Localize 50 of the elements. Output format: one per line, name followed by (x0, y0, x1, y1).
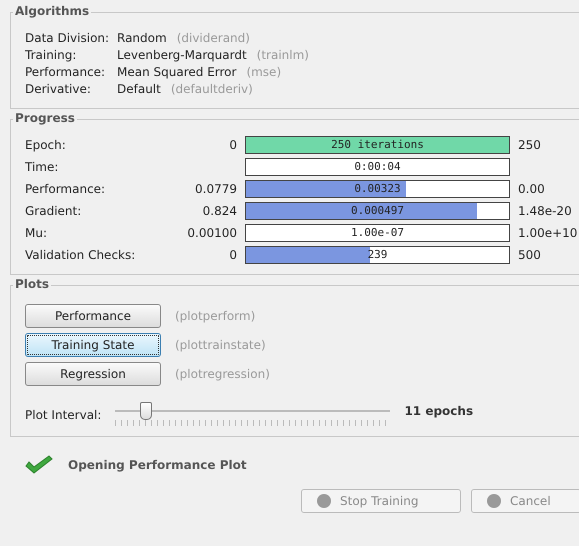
status-message: Opening Performance Plot (68, 458, 247, 472)
interval-slider[interactable] (115, 402, 390, 428)
field-label: Performance: (25, 182, 106, 196)
field-label: Validation Checks: (25, 248, 136, 262)
end-value: 1.48e-20 (518, 204, 573, 218)
field-label: Plot Interval: (25, 408, 102, 422)
field-label: Time: (25, 160, 60, 174)
start-value: 0.824 (202, 204, 237, 218)
function-name: (dividerand) (176, 31, 250, 45)
slider-thumb[interactable] (140, 402, 152, 420)
end-value: 1.00e+10 (518, 226, 578, 240)
field-label: Training: (25, 48, 78, 62)
panel-title: Progress (13, 111, 77, 125)
start-value: 0 (228, 248, 237, 262)
progress-reading: 250 iterations (331, 137, 424, 153)
plot-button[interactable]: Performance (25, 304, 161, 328)
start-value: 0.0779 (194, 182, 237, 196)
field-value: Random (117, 31, 167, 45)
circle-icon (486, 493, 502, 509)
circle-icon (316, 493, 332, 509)
field-label: Performance: (25, 65, 106, 79)
plot-button[interactable]: Training State (25, 333, 161, 357)
function-name: (plotregression) (175, 367, 270, 381)
function-name: (plotperform) (175, 309, 256, 323)
function-name: (plottrainstate) (175, 338, 266, 352)
field-label: Epoch: (25, 138, 67, 152)
checkmark-icon (24, 455, 54, 475)
plot-button[interactable]: Regression (25, 362, 161, 386)
end-value: 0.00 (518, 182, 546, 196)
field-value: Mean Squared Error (117, 65, 236, 79)
progress-reading: 0.00323 (354, 181, 401, 197)
progress-reading: 0.000497 (351, 203, 404, 219)
field-label: Gradient: (25, 204, 82, 218)
field-value: Default (117, 82, 161, 96)
start-value: 0.00100 (186, 226, 237, 240)
end-value: 250 (518, 138, 542, 152)
field-label: Derivative: (25, 82, 92, 96)
panel-title: Algorithms (13, 4, 92, 18)
function-name: (trainlm) (256, 48, 309, 62)
field-label: Data Division: (25, 31, 110, 45)
end-value: 500 (518, 248, 542, 262)
function-name: (defaultderiv) (170, 82, 253, 96)
value-reading: 0:00:04 (354, 159, 401, 175)
field-value: Levenberg-Marquardt (117, 48, 247, 62)
value-reading: 1.00e-07 (351, 225, 404, 241)
panel-title: Plots (13, 277, 52, 291)
start-value: 0 (228, 138, 237, 152)
interval-reading: 11 epochs (404, 404, 474, 418)
function-name: (mse) (246, 65, 282, 79)
field-label: Mu: (25, 226, 48, 240)
